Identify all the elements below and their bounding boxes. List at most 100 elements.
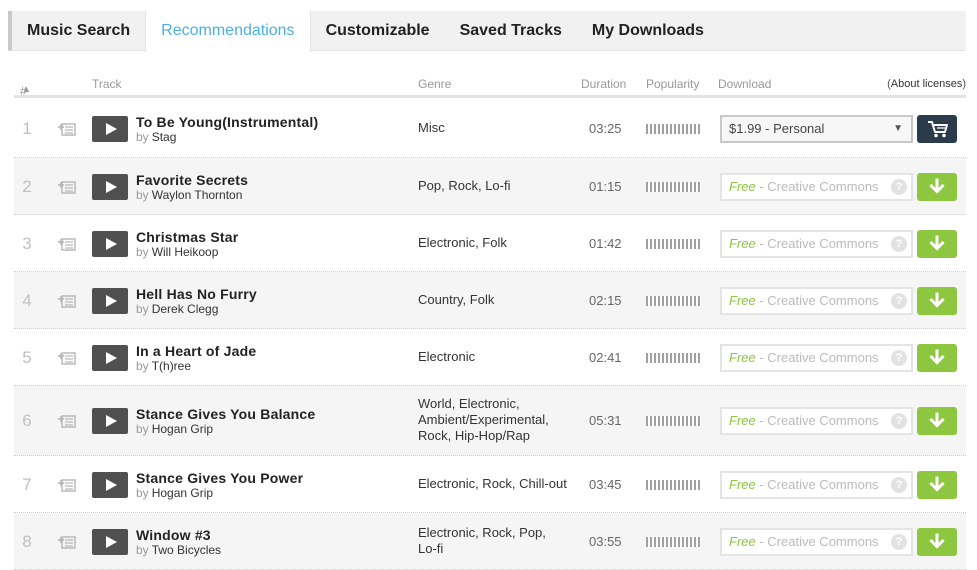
track-genre[interactable]: Misc xyxy=(418,120,568,136)
track-number: 4 xyxy=(22,290,32,310)
download-button[interactable] xyxy=(917,527,957,556)
play-button[interactable] xyxy=(92,173,128,200)
nav-tabs: Music Search Recommendations Customizabl… xyxy=(8,11,966,52)
track-artist[interactable]: Stag xyxy=(152,130,177,144)
add-to-playlist-icon[interactable] xyxy=(58,534,78,550)
license-label: - Creative Commons xyxy=(755,235,879,251)
track-artist[interactable]: Hogan Grip xyxy=(152,486,213,500)
help-icon[interactable]: ? xyxy=(891,292,907,309)
popularity-meter xyxy=(646,181,701,192)
track-title[interactable]: Favorite Secrets xyxy=(136,172,248,188)
play-button[interactable] xyxy=(92,471,128,498)
help-icon[interactable]: ? xyxy=(891,413,907,429)
help-icon[interactable]: ? xyxy=(891,476,907,493)
track-title[interactable]: To Be Young(Instrumental) xyxy=(136,114,318,130)
about-close-paren: ) xyxy=(962,78,966,90)
play-button[interactable] xyxy=(92,230,128,257)
track-genre[interactable]: Electronic, Folk xyxy=(418,235,568,251)
col-header-popularity[interactable]: Popularity xyxy=(646,77,699,91)
tab-my-downloads[interactable]: My Downloads xyxy=(577,11,719,51)
track-duration: 03:25 xyxy=(589,120,622,136)
download-button[interactable] xyxy=(917,343,957,372)
col-header-genre[interactable]: Genre xyxy=(418,77,451,91)
download-button[interactable] xyxy=(917,229,957,258)
track-number: 6 xyxy=(22,411,32,430)
track-duration: 02:15 xyxy=(589,292,622,308)
track-title[interactable]: Stance Gives You Power xyxy=(136,470,303,486)
about-licenses-link[interactable]: About licenses xyxy=(891,78,963,90)
add-to-playlist-icon[interactable] xyxy=(58,413,78,429)
add-to-playlist-icon[interactable] xyxy=(58,236,78,252)
add-to-playlist-icon[interactable] xyxy=(58,293,78,309)
license-field: Free - Creative Commons? xyxy=(720,172,913,201)
col-header-duration[interactable]: Duration xyxy=(581,77,626,91)
track-title[interactable]: Window #3 xyxy=(136,527,211,543)
track-artist[interactable]: Will Heikoop xyxy=(152,245,219,259)
track-artist[interactable]: Two Bicycles xyxy=(152,543,221,557)
add-to-playlist-icon[interactable] xyxy=(58,121,78,137)
sort-up-icon: ▲ xyxy=(22,84,31,94)
col-header-download: Download xyxy=(718,77,772,91)
help-icon[interactable]: ? xyxy=(891,533,907,550)
track-artist[interactable]: T(h)ree xyxy=(152,359,191,373)
track-row: 7 Stance Gives You Power by Hogan Grip Elect… xyxy=(14,456,966,513)
play-button[interactable] xyxy=(92,528,128,555)
track-title[interactable]: Stance Gives You Balance xyxy=(136,406,315,422)
license-label: - Creative Commons xyxy=(755,349,879,365)
free-label: Free xyxy=(729,413,756,428)
track-row: 8 Window #3 by Two Bicycles Electronic, Rock… xyxy=(14,513,966,570)
download-button[interactable] xyxy=(917,407,957,435)
add-to-cart-button[interactable] xyxy=(917,114,957,143)
track-genre[interactable]: Electronic, Rock, Pop, Lo-fi xyxy=(418,525,568,557)
download-button[interactable] xyxy=(917,286,957,315)
track-title[interactable]: In a Heart of Jade xyxy=(136,343,256,359)
add-to-playlist-icon[interactable] xyxy=(58,350,78,366)
license-field: Free - Creative Commons? xyxy=(720,470,913,499)
play-button[interactable] xyxy=(92,408,128,434)
by-label: by xyxy=(136,485,149,500)
help-icon[interactable]: ? xyxy=(891,178,907,195)
track-duration: 01:42 xyxy=(589,235,622,251)
track-duration: 03:45 xyxy=(589,476,622,492)
tab-music-search[interactable]: Music Search xyxy=(12,11,145,51)
track-genre[interactable]: Pop, Rock, Lo-fi xyxy=(418,178,568,194)
track-genre[interactable]: Electronic xyxy=(418,349,568,365)
track-artist[interactable]: Derek Clegg xyxy=(152,302,219,316)
track-row: 2 Favorite Secrets by Waylon Thornton Pop, R… xyxy=(14,158,966,215)
track-number: 7 xyxy=(22,474,32,494)
track-title[interactable]: Christmas Star xyxy=(136,229,238,245)
track-title[interactable]: Hell Has No Furry xyxy=(136,286,257,302)
track-number: 1 xyxy=(22,118,32,138)
free-label: Free xyxy=(729,349,756,365)
tab-saved-tracks[interactable]: Saved Tracks xyxy=(445,11,577,51)
track-artist[interactable]: Hogan Grip xyxy=(152,422,213,436)
track-artist[interactable]: Waylon Thornton xyxy=(152,188,243,202)
help-icon[interactable]: ? xyxy=(891,349,907,366)
track-genre[interactable]: World, Electronic, Ambient/Experimental,… xyxy=(418,396,568,444)
track-row: 3 Christmas Star by Will Heikoop Electronic,… xyxy=(14,215,966,272)
license-label: - Creative Commons xyxy=(755,178,879,194)
popularity-meter xyxy=(646,295,701,306)
tab-customizable[interactable]: Customizable xyxy=(311,11,445,51)
track-duration: 02:41 xyxy=(589,349,622,365)
track-genre[interactable]: Electronic, Rock, Chill-out xyxy=(418,476,568,492)
license-field: Free - Creative Commons? xyxy=(720,407,913,435)
track-duration: 01:15 xyxy=(589,178,622,194)
add-to-playlist-icon[interactable] xyxy=(58,179,78,195)
free-label: Free xyxy=(729,533,756,549)
tab-recommendations[interactable]: Recommendations xyxy=(145,11,311,52)
play-button[interactable] xyxy=(92,344,128,371)
add-to-playlist-icon[interactable] xyxy=(58,477,78,493)
download-button[interactable] xyxy=(917,172,957,201)
track-genre[interactable]: Country, Folk xyxy=(418,292,568,308)
col-header-track[interactable]: Track xyxy=(92,77,122,91)
license-select-value: $1.99 - Personal xyxy=(729,120,825,136)
license-label: - Creative Commons xyxy=(755,292,879,308)
play-button[interactable] xyxy=(92,287,128,314)
license-field: Free - Creative Commons? xyxy=(720,286,913,315)
license-select[interactable]: $1.99 - Personal ▼ xyxy=(720,114,913,143)
help-icon[interactable]: ? xyxy=(891,235,907,252)
play-button[interactable] xyxy=(92,115,128,142)
download-button[interactable] xyxy=(917,470,957,499)
track-duration: 03:55 xyxy=(589,533,622,549)
